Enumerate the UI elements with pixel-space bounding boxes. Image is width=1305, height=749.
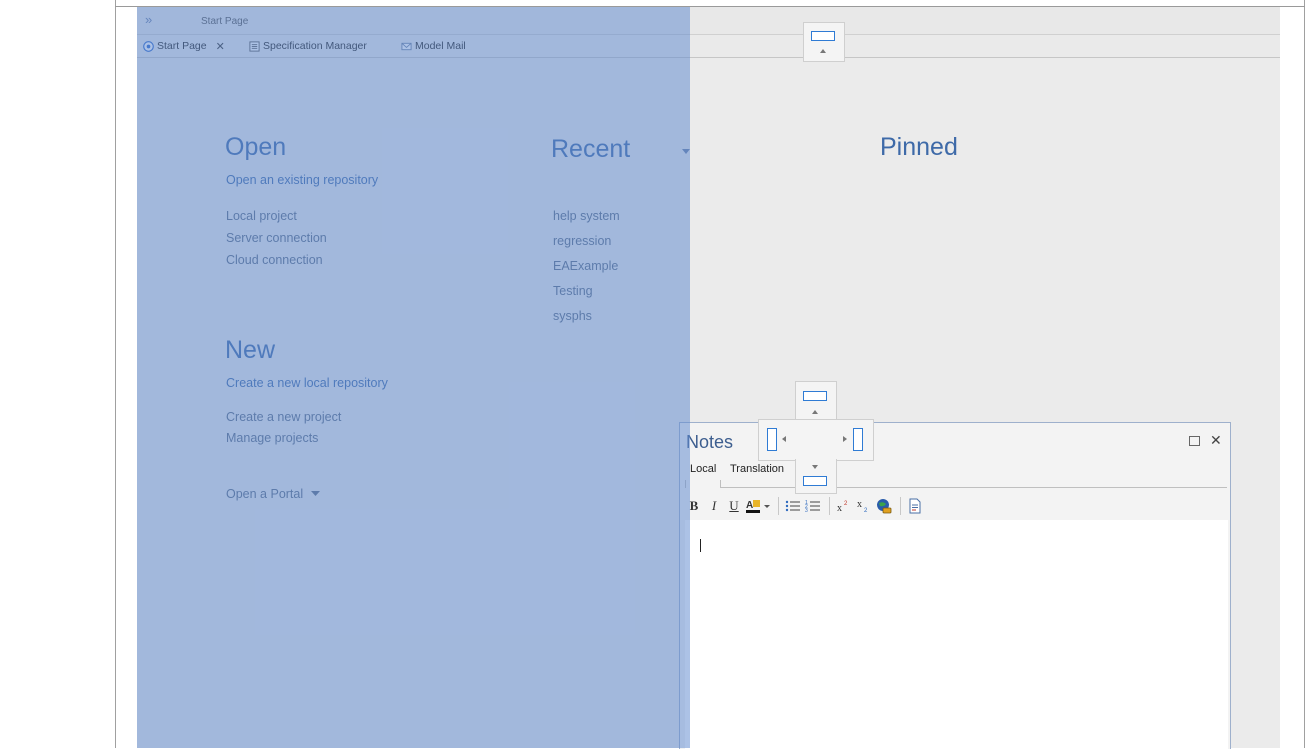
bullet-list-button[interactable]	[784, 496, 802, 516]
notes-tab-translation[interactable]: Translation	[730, 463, 784, 475]
maximize-icon[interactable]	[1189, 436, 1200, 446]
bold-button[interactable]: B	[685, 496, 703, 516]
svg-text:3: 3	[805, 508, 808, 513]
document-button[interactable]	[906, 496, 924, 516]
arrow-left-icon	[782, 436, 786, 442]
font-color-button[interactable]: A	[745, 496, 771, 516]
open-existing-repository-link[interactable]: Open an existing repository	[226, 173, 378, 187]
numbered-list-button[interactable]: 1 2 3	[804, 496, 822, 516]
dock-compass-top[interactable]	[795, 381, 837, 420]
globe-link-icon	[877, 499, 892, 514]
recent-item[interactable]: Testing	[553, 284, 593, 298]
specification-manager-icon	[249, 40, 260, 52]
svg-text:x: x	[857, 499, 862, 510]
svg-text:2: 2	[864, 508, 868, 513]
hyperlink-button[interactable]	[875, 496, 893, 516]
dock-compass-bottom[interactable]	[795, 459, 837, 494]
open-portal-label: Open a Portal	[226, 487, 304, 501]
arrow-up-icon	[812, 410, 818, 414]
arrow-up-icon	[820, 49, 826, 53]
recent-item[interactable]: EAExample	[553, 259, 618, 273]
superscript-icon: x 2	[837, 501, 848, 513]
dock-guide-top[interactable]	[803, 22, 845, 62]
tab-label: Specification Manager	[263, 40, 367, 52]
local-project-link[interactable]: Local project	[226, 209, 297, 223]
open-heading: Open	[225, 133, 287, 161]
dock-compass-middle	[758, 419, 874, 461]
frame-left-border	[115, 0, 116, 748]
superscript-button[interactable]: x 2	[835, 496, 853, 516]
svg-text:2: 2	[844, 501, 848, 507]
recent-item[interactable]: sysphs	[553, 309, 592, 323]
numbered-list-icon: 1 2 3	[805, 500, 820, 513]
svg-text:A: A	[746, 500, 753, 511]
notes-editor[interactable]	[685, 520, 1228, 749]
dock-bottom-icon	[803, 476, 827, 486]
recent-item[interactable]: help system	[553, 209, 620, 223]
svg-text:x: x	[837, 503, 842, 513]
tab-label: Start Page	[157, 40, 207, 52]
notes-panel: Notes ✕ Local Translation B I U A 1 2 3 …	[679, 422, 1231, 749]
window-title: Start Page	[201, 16, 249, 27]
cloud-connection-link[interactable]: Cloud connection	[226, 253, 323, 267]
toolbar-separator	[778, 497, 779, 515]
expand-chevron-icon[interactable]: »	[145, 12, 152, 27]
tab-label: Model Mail	[415, 40, 466, 52]
dock-right-icon[interactable]	[853, 428, 863, 451]
create-new-project-link[interactable]: Create a new project	[226, 410, 341, 424]
title-bar: » Start Page	[137, 7, 1280, 35]
subscript-button[interactable]: x 2	[855, 496, 873, 516]
subscript-icon: x 2	[857, 499, 868, 513]
dock-top-icon	[811, 31, 835, 41]
chevron-down-icon	[311, 491, 321, 496]
pinned-heading: Pinned	[880, 133, 958, 161]
toolbar-separator	[829, 497, 830, 515]
italic-button[interactable]: I	[705, 496, 723, 516]
notes-tab-divider	[685, 487, 1227, 488]
tab-model-mail[interactable]: Model Mail	[401, 38, 466, 54]
server-connection-link[interactable]: Server connection	[226, 231, 327, 245]
recent-heading: Recent	[551, 135, 631, 163]
notes-active-tab-frame	[685, 480, 721, 488]
notes-tab-local[interactable]: Local	[690, 463, 716, 475]
text-caret	[700, 539, 701, 552]
start-page-icon	[143, 40, 154, 52]
recent-item[interactable]: regression	[553, 234, 611, 248]
arrow-down-icon	[812, 465, 818, 469]
tab-specification-manager[interactable]: Specification Manager	[249, 38, 367, 54]
create-local-repository-link[interactable]: Create a new local repository	[226, 376, 388, 390]
close-tab-icon[interactable]: ✕	[216, 40, 225, 53]
recent-chevron-down-icon[interactable]	[682, 149, 690, 154]
new-heading: New	[225, 336, 276, 364]
font-color-icon: A	[746, 500, 770, 513]
open-portal-dropdown[interactable]: Open a Portal	[226, 487, 321, 501]
manage-projects-link[interactable]: Manage projects	[226, 431, 318, 445]
notes-title: Notes	[686, 432, 734, 452]
document-icon	[909, 498, 921, 514]
mail-icon	[401, 42, 412, 50]
notes-formatting-toolbar: B I U A 1 2 3 x 2 x 2	[685, 495, 1225, 517]
underline-button[interactable]: U	[725, 496, 743, 516]
dock-top-icon	[803, 391, 827, 401]
toolbar-separator	[900, 497, 901, 515]
close-icon[interactable]: ✕	[1210, 432, 1222, 449]
tab-start-page[interactable]: Start Page ✕	[143, 38, 225, 54]
dock-left-icon[interactable]	[767, 428, 777, 451]
document-tab-bar: Start Page ✕ Specification Manager Model…	[137, 35, 1280, 58]
bullet-list-icon	[785, 500, 800, 512]
arrow-right-icon	[843, 436, 847, 442]
